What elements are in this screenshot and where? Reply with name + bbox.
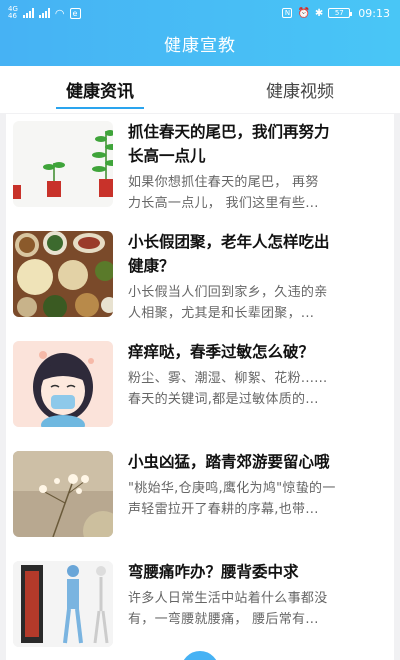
alarm-icon: ⏰ (297, 7, 310, 19)
tab-bar: 健康资讯 健康视频 (0, 66, 400, 113)
article-item[interactable]: 小长假团聚，老年人怎样吃出 健康？ 小长假当人们回到家乡，久违的亲 人相聚，尤其… (6, 224, 394, 334)
article-summary: 粉尘、雾、潮湿、柳絮、花粉...... 春天的关键词,都是过敏体质的... (128, 368, 386, 410)
article-thumbnail-allergy (13, 341, 113, 427)
article-text: 小虫凶猛，踏青郊游要留心哦 "桃始华,仓庚鸣,鹰化为鸠"惊蛰的一 声轻雷拉开了春… (128, 450, 386, 520)
article-title: 弯腰痛咋办？腰背委中求 (128, 560, 386, 584)
tab-health-video-label: 健康视频 (266, 82, 334, 102)
allergy-cartoon-image (13, 341, 113, 427)
active-tab-indicator (56, 107, 144, 109)
article-title-line: 痒痒哒，春季过敏怎么破？ (128, 343, 315, 361)
article-title: 抓住春天的尾巴，我们再努力 长高一点儿 (128, 120, 386, 168)
article-title-line: 弯腰痛咋办？腰背委中求 (128, 563, 299, 581)
status-left: 4G 46 ◠ e (8, 6, 81, 20)
status-right: N ⏰ ✱ 57 09:13 (282, 7, 390, 20)
article-text: 痒痒哒，春季过敏怎么破？ 粉尘、雾、潮湿、柳絮、花粉...... 春天的关键词,… (128, 340, 386, 410)
signal-2-icon (38, 8, 50, 18)
article-summary-line: 有，一弯腰就腰痛， 腰后常有... (128, 612, 319, 627)
article-summary: "桃始华,仓庚鸣,鹰化为鸠"惊蛰的一 声轻雷拉开了春耕的序幕,也带... (128, 478, 386, 520)
tab-health-video[interactable]: 健康视频 (200, 66, 400, 113)
article-text: 弯腰痛咋办？腰背委中求 许多人日常生活中站着什么事都没 有，一弯腰就腰痛， 腰后… (128, 560, 386, 630)
wifi-icon: ◠ (54, 6, 65, 20)
article-item[interactable]: 抓住春天的尾巴，我们再努力 长高一点儿 如果你想抓住春天的尾巴， 再努 力长高一… (6, 114, 394, 224)
article-summary-line: 许多人日常生活中站着什么事都没 (128, 591, 328, 606)
article-title-line: 健康？ (128, 257, 175, 275)
article-summary-line: 如果你想抓住春天的尾巴， 再努 (128, 175, 319, 190)
article-summary: 小长假当人们回到家乡，久违的亲 人相聚，尤其是和长辈团聚，... (128, 282, 386, 324)
article-summary-line: "桃始华,仓庚鸣,鹰化为鸠"惊蛰的一 (128, 481, 336, 496)
article-summary-line: 声轻雷拉开了春耕的序幕,也带... (128, 502, 319, 517)
article-item[interactable]: 痒痒哒，春季过敏怎么破？ 粉尘、雾、潮湿、柳絮、花粉...... 春天的关键词,… (6, 334, 394, 444)
app-header: 4G 46 ◠ e N ⏰ ✱ 57 09:13 健康宣教 (0, 0, 400, 66)
nfc-icon: N (282, 8, 293, 18)
article-thumbnail-insect (13, 451, 113, 537)
plants-image (13, 121, 113, 207)
article-thumbnail-food (13, 231, 113, 317)
article-summary-line: 春天的关键词,都是过敏体质的... (128, 392, 319, 407)
article-text: 抓住春天的尾巴，我们再努力 长高一点儿 如果你想抓住春天的尾巴， 再努 力长高一… (128, 120, 386, 214)
article-summary-line: 人相聚，尤其是和长辈团聚，... (128, 306, 315, 321)
article-summary: 如果你想抓住春天的尾巴， 再努 力长高一点儿， 我们这里有些... (128, 172, 386, 214)
article-summary-line: 小长假当人们回到家乡，久违的亲 (128, 285, 328, 300)
article-title: 痒痒哒，春季过敏怎么破？ (128, 340, 386, 364)
bluetooth-icon: ✱ (314, 7, 324, 19)
battery-level: 57 (334, 9, 344, 17)
page-title: 健康宣教 (164, 36, 236, 56)
network-label-2: 46 (8, 12, 17, 20)
article-summary-line: 力长高一点儿， 我们这里有些... (128, 196, 319, 211)
article-thumbnail-plants (13, 121, 113, 207)
food-image (13, 231, 113, 317)
article-title-line: 小虫凶猛，踏青郊游要留心哦 (128, 453, 330, 471)
signal-icon (22, 8, 34, 18)
article-text: 小长假团聚，老年人怎样吃出 健康？ 小长假当人们回到家乡，久违的亲 人相聚，尤其… (128, 230, 386, 324)
article-summary: 许多人日常生活中站着什么事都没 有，一弯腰就腰痛， 腰后常有... (128, 588, 386, 630)
article-title: 小长假团聚，老年人怎样吃出 健康？ (128, 230, 386, 278)
tab-health-news[interactable]: 健康资讯 (0, 66, 200, 113)
article-title-line: 小长假团聚，老年人怎样吃出 (128, 233, 330, 251)
tab-health-news-label: 健康资讯 (66, 82, 134, 102)
status-time: 09:13 (358, 6, 390, 20)
status-bar: 4G 46 ◠ e N ⏰ ✱ 57 09:13 (0, 0, 400, 26)
article-item[interactable]: 弯腰痛咋办？腰背委中求 许多人日常生活中站着什么事都没 有，一弯腰就腰痛， 腰后… (6, 554, 394, 660)
article-item[interactable]: 小虫凶猛，踏青郊游要留心哦 "桃始华,仓庚鸣,鹰化为鸠"惊蛰的一 声轻雷拉开了春… (6, 444, 394, 554)
network-type-icons: 4G 46 (8, 6, 18, 20)
article-title-line: 长高一点儿 (128, 147, 206, 165)
anatomy-image (13, 561, 113, 647)
app-notification-icon: e (69, 7, 81, 19)
article-title: 小虫凶猛，踏青郊游要留心哦 (128, 450, 386, 474)
battery-icon: 57 (328, 8, 353, 18)
insect-flower-image (13, 451, 113, 537)
article-summary-line: 粉尘、雾、潮湿、柳絮、花粉...... (128, 371, 328, 386)
article-thumbnail-anatomy (13, 561, 113, 647)
article-title-line: 抓住春天的尾巴，我们再努力 (128, 123, 330, 141)
